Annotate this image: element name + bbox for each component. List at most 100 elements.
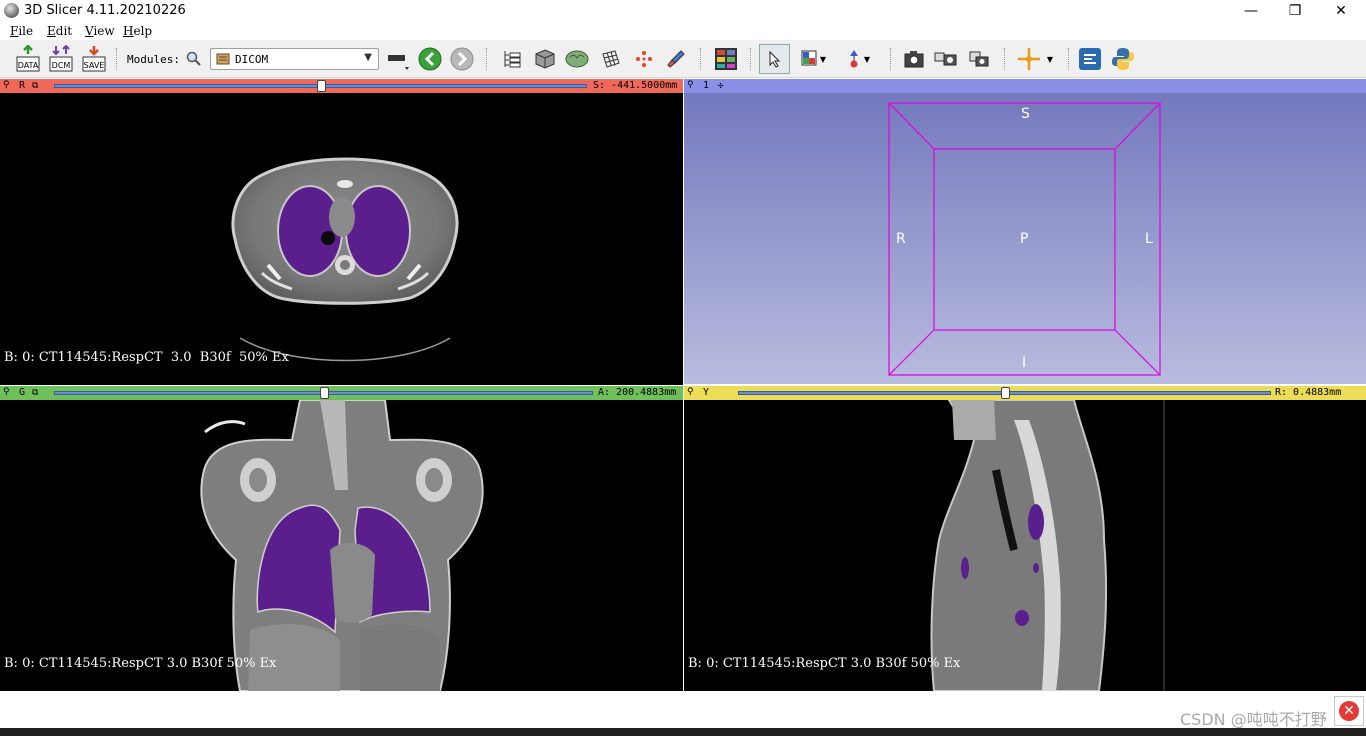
pin-icon[interactable]: ⚲ [687, 387, 694, 397]
toolbar-separator [750, 48, 751, 70]
paint-brush-icon [667, 50, 685, 68]
save-icon: SAVE [82, 46, 106, 72]
threed-view-controller: ⚲ 1 ✣ [684, 79, 1366, 93]
module-selected: DICOM [235, 53, 269, 66]
menu-file[interactable]: File [10, 24, 33, 38]
red-slice-view[interactable]: B: 0: CT114545:RespCT 3.0 B30f 50% Ex [0, 93, 683, 385]
cube-icon [535, 49, 555, 69]
dicom-icon: DCM [49, 45, 73, 72]
close-button[interactable]: ✕ [1318, 0, 1364, 22]
pin-icon[interactable]: ⚲ [3, 387, 10, 397]
watermark-text: CSDN @吨吨不打野 [1180, 710, 1327, 729]
menu-edit[interactable]: Edit [47, 24, 72, 38]
minimize-button[interactable]: — [1228, 0, 1274, 22]
svg-text:DATA: DATA [18, 61, 39, 70]
crosshair-mode-dropdown[interactable]: ▼ [1043, 45, 1057, 73]
orientation-posterior: P [1020, 231, 1029, 247]
svg-text:DCM: DCM [52, 61, 71, 70]
modules-label: Modules: [127, 53, 180, 66]
extension-manager-button[interactable] [1076, 45, 1104, 73]
segment-editor-button[interactable] [662, 45, 690, 73]
title-bar: 3D Slicer 4.11.20210226 — ❐ ✕ [0, 0, 1366, 22]
window-title: 3D Slicer 4.11.20210226 [24, 3, 186, 18]
center-view-icon[interactable]: ✣ [718, 81, 728, 91]
green-slice-slider-handle[interactable] [319, 387, 329, 399]
green-view-label: G [19, 387, 26, 398]
tree-list-icon [504, 51, 521, 68]
threed-view[interactable]: S I R L P [684, 93, 1366, 384]
red-slice-slider-handle[interactable] [316, 80, 326, 92]
red-view-corner-annotation: B: 0: CT114545:RespCT 3.0 B30f 50% Ex [4, 350, 289, 365]
status-bar [0, 692, 1366, 728]
menu-help[interactable]: Help [123, 24, 152, 38]
capture-camera-icon [969, 51, 989, 67]
toolbar-separator [890, 48, 891, 70]
volumes-module-button[interactable] [531, 45, 559, 73]
toolbar-separator [1004, 48, 1005, 70]
green-slice-view[interactable]: B: 0: CT114545:RespCT 3.0 B30f 50% Ex [0, 400, 683, 691]
restore-button[interactable]: ❐ [1272, 0, 1318, 22]
sagittal-ct-image: B: 0: CT114545:RespCT 3.0 B30f 50% Ex [688, 400, 1165, 691]
yellow-slice-offset: R: 0.4883mm [1275, 387, 1342, 398]
chevron-down-icon: ▼ [819, 54, 827, 64]
crosshair-toggle-button[interactable] [1015, 45, 1043, 73]
python-console-button[interactable] [1109, 45, 1137, 73]
transforms-module-button[interactable] [597, 45, 625, 73]
camera-icon [904, 51, 924, 68]
axial-ct-image: B: 0: CT114545:RespCT 3.0 B30f 50% Ex [4, 157, 459, 365]
load-dicom-button[interactable]: DCM [47, 45, 75, 73]
layout-button[interactable] [712, 45, 740, 73]
module-history-button[interactable] [384, 45, 412, 73]
module-selector[interactable]: DICOM ▼ [210, 48, 379, 70]
forward-button[interactable] [448, 45, 476, 73]
load-data-button[interactable]: DATA [14, 45, 42, 73]
green-view-corner-annotation: B: 0: CT114545:RespCT 3.0 B30f 50% Ex [4, 656, 277, 671]
view-transform-mode-button[interactable] [759, 44, 790, 74]
orientation-inferior: I [1022, 355, 1027, 371]
crosshair-icon [1018, 48, 1040, 70]
back-button[interactable] [416, 45, 444, 73]
pin-icon[interactable]: ⚲ [3, 80, 10, 90]
place-markup-dropdown[interactable]: ▼ [816, 45, 830, 73]
os-taskbar [0, 728, 1366, 736]
orientation-left: L [1145, 231, 1153, 247]
red-slice-offset: S: -441.5000mm [593, 80, 678, 91]
toolbar-separator [116, 48, 117, 70]
save-button[interactable]: SAVE [80, 45, 108, 73]
yellow-slice-view[interactable]: B: 0: CT114545:RespCT 3.0 B30f 50% Ex [684, 400, 1366, 691]
markups-module-button[interactable] [630, 45, 658, 73]
pin-icon[interactable]: ⚲ [687, 80, 694, 90]
chevron-down-icon: ▼ [1046, 54, 1054, 64]
chevron-down-icon: ▼ [364, 52, 372, 63]
orientation-superior: S [1021, 106, 1030, 122]
main-toolbar: DATA DCM SAVE Modules: DICOM ▼ ▼ ▼ ▼ [0, 40, 1366, 78]
dicom-module-icon [216, 53, 230, 65]
arrow-right-icon [450, 47, 474, 71]
link-icon[interactable]: ⧉ [32, 388, 42, 398]
data-module-button[interactable] [498, 45, 526, 73]
toolbar-separator [700, 48, 701, 70]
four-up-layout-icon [715, 48, 737, 70]
menu-view[interactable]: View [85, 24, 115, 38]
green-slice-controller: ⚲ G ⧉ A: 200.4883mm [0, 386, 683, 400]
capture-view-button[interactable] [966, 45, 994, 73]
red-view-label: R [19, 80, 26, 91]
orientation-right: R [896, 231, 906, 247]
crosshair-dropdown[interactable]: ▼ [860, 45, 874, 73]
yellow-slice-slider-handle[interactable] [1000, 387, 1010, 399]
models-module-button[interactable] [563, 45, 591, 73]
error-log-button[interactable]: ✕ [1334, 696, 1364, 726]
toolbar-separator [1068, 48, 1069, 70]
scene-camera-icon [934, 52, 957, 66]
arrow-left-icon [418, 47, 442, 71]
module-search-button[interactable] [180, 45, 208, 73]
link-icon[interactable]: ⧉ [32, 81, 42, 91]
yellow-view-label: Y [703, 387, 710, 398]
python-icon [1112, 48, 1134, 70]
green-slice-offset: A: 200.4883mm [598, 387, 677, 398]
toolbar-separator [486, 48, 487, 70]
screenshot-button[interactable] [900, 45, 928, 73]
slicer-app-icon [4, 3, 19, 18]
scene-view-button[interactable] [932, 45, 960, 73]
brain-model-icon [565, 50, 589, 68]
